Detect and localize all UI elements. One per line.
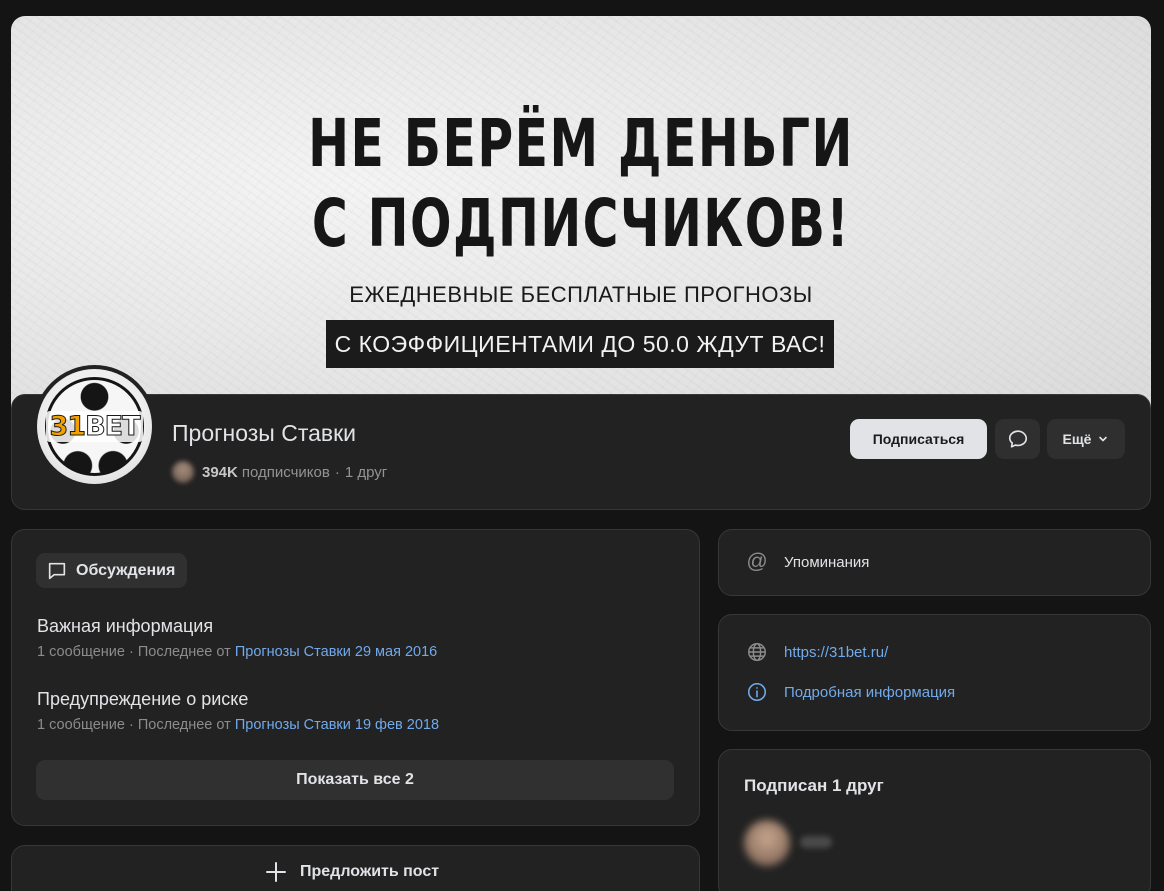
topic-title[interactable]: Важная информация: [37, 616, 437, 637]
profile-meta: 394K подписчиков · 1 друг: [172, 461, 387, 483]
mentions-link[interactable]: @ Упоминания: [746, 550, 869, 574]
cover-headline-line-1: НЕ БЕРЁМ ДЕНЬГИ: [308, 105, 854, 182]
info-icon: [747, 682, 767, 702]
topic-meta-prefix: 1 сообщение · Последнее от: [37, 717, 231, 733]
subscribers-count[interactable]: 394K: [202, 464, 238, 481]
info-card: [718, 614, 1151, 731]
cover-pill: С КОЭФФИЦИЕНТАМИ ДО 50.0 ЖДУТ ВАС!: [326, 320, 834, 368]
topic-meta-prefix: 1 сообщение · Последнее от: [37, 644, 231, 660]
website-url[interactable]: https://31bet.ru/: [784, 644, 888, 661]
chat-bubble-icon: [1008, 430, 1027, 448]
topic-author-link[interactable]: Прогнозы Ставки: [235, 717, 351, 733]
mentions-label: Упоминания: [784, 553, 870, 571]
cover-headline: НЕ БЕРЁМ ДЕНЬГИ С ПОДПИСЧИКОВ!: [159, 104, 1003, 264]
more-button[interactable]: Ещё: [1047, 419, 1125, 459]
chevron-down-icon: [1099, 436, 1108, 442]
page-title: Прогнозы Ставки: [172, 420, 357, 446]
cover-image: НЕ БЕРЁМ ДЕНЬГИ С ПОДПИСЧИКОВ! ЕЖЕДНЕВНЫ…: [11, 16, 1151, 436]
details-label[interactable]: Подробная информация: [784, 684, 955, 701]
topic-meta: 1 сообщение · Последнее от Прогнозы Став…: [37, 717, 439, 733]
friends-title[interactable]: Подписан 1 друг: [744, 776, 884, 796]
avatar-logo-number: 31: [49, 411, 87, 443]
meta-separator: ·: [334, 463, 340, 481]
website-link[interactable]: https://31bet.ru/: [746, 641, 888, 663]
topic-title[interactable]: Предупреждение о риске: [37, 689, 439, 710]
topic-meta: 1 сообщение · Последнее от Прогнозы Став…: [37, 644, 437, 660]
globe-icon: [748, 643, 766, 661]
topic-date-link[interactable]: 19 фев 2018: [355, 717, 439, 733]
friends-card: [718, 749, 1151, 891]
avatar-logo: 31BET: [41, 411, 148, 443]
friend-name-blurred[interactable]: [800, 836, 832, 848]
message-button[interactable]: [995, 419, 1040, 459]
friend-avatar[interactable]: [744, 820, 790, 866]
suggest-post-label: Предложить пост: [300, 863, 440, 880]
subscribe-button[interactable]: Подписаться: [850, 419, 987, 459]
cover-headline-line-2: С ПОДПИСЧИКОВ!: [311, 185, 851, 262]
topic-author-link[interactable]: Прогнозы Ставки: [235, 644, 351, 660]
discussion-topic[interactable]: Предупреждение о риске 1 сообщение · Пос…: [37, 689, 439, 733]
plus-icon: [266, 862, 286, 882]
avatar-image: 31BET: [37, 369, 152, 484]
avatar[interactable]: 31BET: [33, 365, 156, 488]
at-icon: @: [746, 550, 768, 573]
show-all-button[interactable]: Показать все 2: [36, 760, 674, 800]
friends-count[interactable]: 1 друг: [345, 464, 387, 481]
suggest-post-button[interactable]: Предложить пост: [264, 860, 439, 884]
discussions-tab[interactable]: Обсуждения: [36, 553, 188, 588]
subscribers-label[interactable]: подписчиков: [242, 464, 330, 481]
topic-date-link[interactable]: 29 мая 2016: [355, 644, 437, 660]
cover-subline: ЕЖЕДНЕВНЫЕ БЕСПЛАТНЫЕ ПРОГНОЗЫ: [349, 282, 813, 307]
discussions-tab-label: Обсуждения: [76, 561, 176, 579]
more-button-label: Ещё: [1062, 431, 1092, 447]
friend-mini-avatar[interactable]: [172, 461, 194, 483]
avatar-logo-text: BET: [85, 411, 141, 443]
details-link[interactable]: Подробная информация: [746, 681, 955, 703]
chat-bubble-icon: [48, 562, 66, 579]
discussion-topic[interactable]: Важная информация 1 сообщение · Последне…: [37, 616, 437, 660]
